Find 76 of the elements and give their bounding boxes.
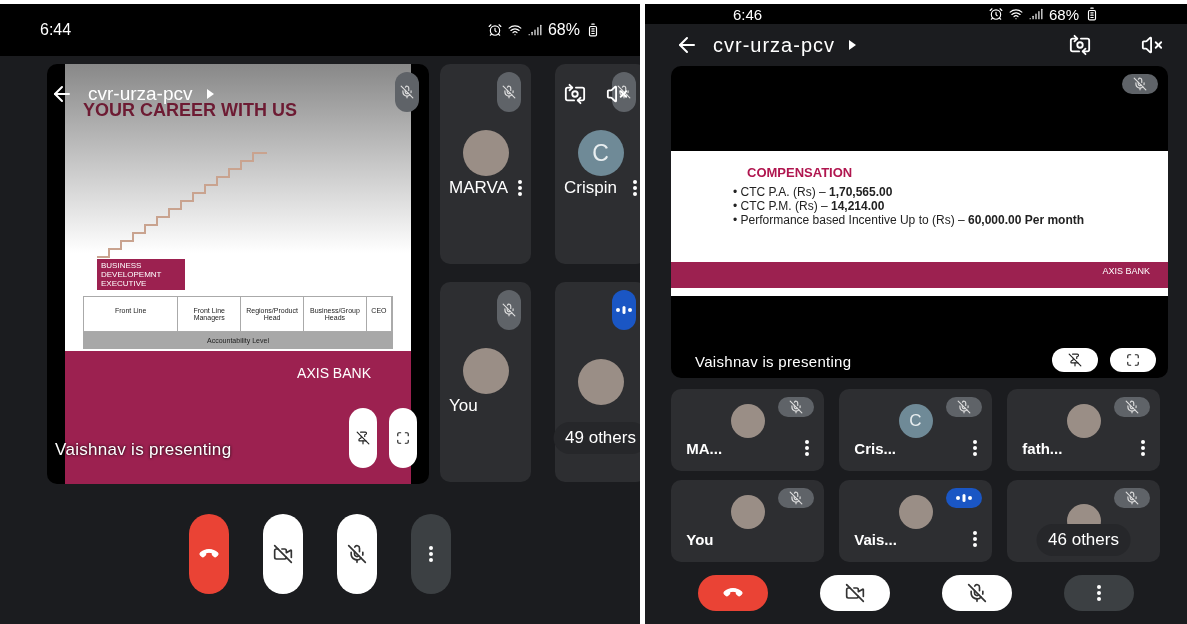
- avatar-initial: C: [909, 410, 922, 431]
- wifi-icon: [1008, 7, 1023, 21]
- participant-name: MARVA: [449, 178, 508, 198]
- more-vertical-icon[interactable]: [804, 440, 809, 456]
- battery-icon: [1085, 7, 1099, 21]
- fullscreen-button[interactable]: [389, 408, 417, 468]
- slide-bullet: • CTC P.M. (Rs) – 14,214.00: [733, 200, 886, 213]
- meeting-title[interactable]: cvr-urza-pcv: [713, 33, 835, 57]
- participant-name: MA...: [686, 439, 723, 457]
- end-call-button[interactable]: [189, 514, 229, 594]
- mic-button[interactable]: [337, 514, 377, 594]
- status-time: 6:46: [733, 5, 763, 23]
- audio-activity-icon: [955, 494, 973, 502]
- audio-activity-icon: [615, 306, 633, 314]
- camera-off-icon: [273, 544, 293, 564]
- status-time: 6:44: [40, 21, 72, 39]
- brand-text: AXIS BANK: [297, 365, 371, 381]
- switch-camera-icon[interactable]: [1069, 34, 1091, 56]
- unpin-button[interactable]: [1052, 348, 1098, 372]
- mic-off-icon: [617, 85, 631, 99]
- mic-off-icon: [1125, 491, 1139, 505]
- presenting-caption: Vaishnav is presenting: [695, 353, 852, 370]
- others-count[interactable]: 46 others: [1036, 524, 1131, 556]
- others-count[interactable]: 49 others: [553, 422, 640, 454]
- more-vertical-icon[interactable]: [632, 180, 637, 196]
- wifi-icon: [507, 23, 522, 37]
- battery-icon: [586, 23, 600, 37]
- battery-percent: 68%: [547, 21, 580, 39]
- end-call-button[interactable]: [698, 575, 768, 611]
- pin-off-icon: [356, 431, 370, 445]
- more-vertical-icon[interactable]: [972, 440, 977, 456]
- more-vertical-icon[interactable]: [972, 531, 977, 547]
- participant-name: You: [686, 530, 714, 548]
- brand-text: AXIS BANK: [1102, 266, 1150, 276]
- mic-off-icon: [347, 544, 367, 564]
- fullscreen-icon: [396, 431, 410, 445]
- caret-icon[interactable]: [849, 40, 856, 50]
- mic-off-icon: [789, 400, 803, 414]
- participant-name: You: [449, 396, 478, 416]
- battery-percent: 68%: [1048, 5, 1079, 23]
- alarm-icon: [487, 23, 502, 37]
- pin-off-icon: [1068, 353, 1082, 367]
- mic-off-icon: [502, 303, 516, 317]
- camera-button[interactable]: [820, 575, 890, 611]
- camera-button[interactable]: [263, 514, 303, 594]
- signal-icon: [527, 23, 542, 37]
- mic-off-icon: [1133, 77, 1147, 91]
- more-vertical-icon: [429, 546, 433, 562]
- alarm-icon: [988, 7, 1003, 21]
- slide-title: COMPENSATION: [746, 164, 854, 180]
- slide-bullet: • CTC P.A. (Rs) – 1,70,565.00: [733, 186, 894, 199]
- mic-off-icon: [967, 583, 987, 603]
- more-vertical-icon[interactable]: [1140, 440, 1145, 456]
- mic-off-icon: [400, 85, 414, 99]
- participant-name: Vais...: [854, 530, 897, 548]
- slide-badge: BUSINESS DEVELOPEMNT EXECUTIVE: [97, 259, 185, 290]
- slide-bullet: • Performance based Incentive Up to (Rs) – 60,000.00 Per month: [733, 214, 1086, 227]
- mic-off-icon: [1125, 400, 1139, 414]
- participant-name: Cris...: [854, 439, 896, 457]
- avatar-initial: C: [592, 139, 609, 167]
- mic-off-icon: [789, 491, 803, 505]
- participant-name: Crispin: [564, 178, 617, 198]
- participant-name: fath...: [1022, 439, 1063, 457]
- fullscreen-button[interactable]: [1110, 348, 1156, 372]
- mic-off-icon: [957, 400, 971, 414]
- speaker-off-icon[interactable]: [606, 83, 628, 105]
- unpin-button[interactable]: [349, 408, 377, 468]
- mic-off-icon: [502, 85, 516, 99]
- more-vertical-icon: [1097, 585, 1101, 601]
- more-vertical-icon[interactable]: [517, 180, 522, 196]
- speaker-off-icon[interactable]: [1141, 34, 1163, 56]
- mic-button[interactable]: [942, 575, 1012, 611]
- fullscreen-icon: [1126, 353, 1140, 367]
- switch-camera-icon[interactable]: [564, 83, 586, 105]
- signal-icon: [1028, 7, 1043, 21]
- camera-off-icon: [845, 583, 865, 603]
